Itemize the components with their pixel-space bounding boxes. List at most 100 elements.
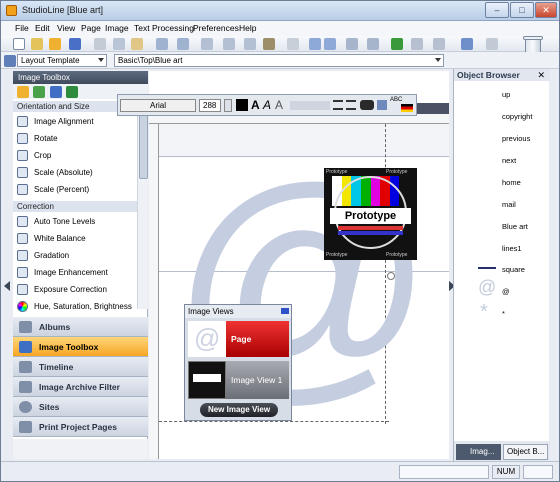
spacing-icons[interactable] — [290, 101, 330, 110]
paste-icon[interactable] — [131, 38, 143, 50]
menu-text-processing[interactable]: Text Processing — [134, 23, 194, 33]
close-icon[interactable]: ✕ — [537, 70, 545, 81]
italic-a-icon[interactable]: A — [263, 98, 271, 112]
nav-print-project-pages[interactable]: Print Project Pages — [13, 417, 148, 437]
object-blue-art[interactable]: Blue art — [502, 222, 528, 231]
tool-scale-absolute[interactable]: Scale (Absolute) — [13, 164, 137, 181]
new-image-view-button[interactable]: New Image View — [200, 403, 278, 417]
object-up[interactable]: up — [502, 90, 510, 99]
tool-hue-saturation[interactable]: Hue, Saturation, Brightness — [13, 298, 137, 315]
tool-scale-percent[interactable]: Scale (Percent) — [13, 181, 137, 198]
corner-label-bl: Prototype — [326, 252, 348, 258]
image-view-1-tile[interactable]: Image View 1 — [226, 361, 289, 399]
check-icon[interactable] — [367, 38, 379, 50]
menu-file[interactable]: File — [15, 23, 29, 33]
tool-rotate[interactable]: Rotate — [13, 130, 137, 147]
close-button[interactable]: ✕ — [535, 2, 557, 18]
distribute-icon[interactable] — [433, 38, 445, 50]
copy-icon[interactable] — [113, 38, 125, 50]
menu-preferences[interactable]: Preferences — [193, 23, 239, 33]
tool-exposure-correction[interactable]: Exposure Correction — [13, 281, 137, 298]
prototype-image[interactable]: Prototype Prototype Prototype Prototype … — [324, 168, 417, 260]
page-icon[interactable] — [156, 38, 168, 50]
menu-help[interactable]: Help — [239, 23, 256, 33]
zoom-icon[interactable] — [461, 38, 473, 50]
menu-view[interactable]: View — [57, 23, 75, 33]
object-at[interactable]: @ — [502, 287, 510, 296]
list-icon[interactable] — [346, 100, 356, 110]
tool-color-icon[interactable] — [50, 86, 62, 98]
menu-image[interactable]: Image — [105, 23, 129, 33]
image-view-thumbnail[interactable] — [188, 361, 226, 399]
preview-icon[interactable] — [346, 38, 358, 50]
tool-text-icon[interactable] — [17, 86, 29, 98]
rotate-handle-icon[interactable] — [387, 272, 395, 280]
tool-crop[interactable]: Crop — [13, 147, 137, 164]
minimize-button[interactable]: – — [485, 2, 509, 18]
save-icon[interactable] — [69, 38, 81, 50]
panel-scrollbar[interactable] — [137, 99, 148, 309]
font-size-input[interactable]: 288 — [199, 99, 221, 112]
outline-a-icon[interactable]: A — [275, 98, 283, 112]
font-combo[interactable]: Arial — [120, 99, 196, 112]
image-frame-icon[interactable] — [244, 38, 256, 50]
nav-albums[interactable]: Albums — [13, 317, 148, 337]
undo-icon[interactable] — [309, 38, 321, 50]
object-asterisk[interactable]: * — [502, 309, 505, 318]
text-frame-icon[interactable] — [377, 100, 387, 110]
tool-tree-icon[interactable] — [33, 86, 45, 98]
menu-edit[interactable]: Edit — [35, 23, 50, 33]
cut-icon[interactable] — [94, 38, 106, 50]
panel-title: Image Toolbox — [13, 71, 148, 84]
binoculars-icon[interactable] — [360, 100, 374, 110]
nav-more[interactable] — [13, 439, 148, 459]
align-icon[interactable] — [411, 38, 423, 50]
object-square[interactable]: square — [502, 265, 525, 274]
object-lines1[interactable]: lines1 — [502, 244, 522, 253]
tool-image-enhancement[interactable]: Image Enhancement — [13, 264, 137, 281]
german-flag-icon[interactable] — [401, 104, 413, 112]
folder-icon[interactable] — [49, 38, 61, 50]
tool-gradation[interactable]: Gradation — [13, 247, 137, 264]
new-icon[interactable] — [13, 38, 25, 50]
minimize-icon[interactable] — [281, 308, 289, 314]
tool-auto-tone-levels[interactable]: Auto Tone Levels — [13, 213, 137, 230]
maximize-button[interactable]: □ — [510, 2, 534, 18]
page-view-tile[interactable]: Page — [226, 321, 289, 357]
frame-icon[interactable] — [201, 38, 213, 50]
page-thumbnail[interactable]: @ — [188, 321, 226, 357]
nav-image-archive-filter[interactable]: Image Archive Filter — [13, 377, 148, 397]
pen-icon[interactable] — [263, 38, 275, 50]
menu-page[interactable]: Page — [81, 23, 101, 33]
nav-image-toolbox[interactable]: Image Toolbox — [13, 337, 148, 357]
checkmark-icon[interactable] — [391, 38, 403, 50]
path-combo[interactable]: Basic\Top\Blue art — [114, 54, 444, 67]
open-icon[interactable] — [31, 38, 43, 50]
size-spinner[interactable] — [224, 99, 232, 112]
layout-icon[interactable] — [177, 38, 189, 50]
text-frame-icon[interactable] — [223, 38, 235, 50]
object-mail[interactable]: mail — [502, 200, 516, 209]
align-left-icon[interactable] — [333, 100, 343, 110]
tab-image[interactable]: Imag... — [456, 444, 501, 460]
nav-label: Timeline — [39, 362, 74, 372]
move-icon[interactable] — [486, 38, 498, 50]
collapse-left-arrow-icon[interactable] — [4, 281, 10, 291]
object-home[interactable]: home — [502, 178, 521, 187]
redo-icon[interactable] — [324, 38, 336, 50]
object-copyright[interactable]: copyright — [502, 112, 532, 121]
tab-object-browser[interactable]: Object B... — [503, 444, 548, 460]
text-color-swatch[interactable] — [236, 99, 248, 111]
template-combo[interactable]: Layout Template — [17, 54, 107, 67]
grid-icon[interactable] — [287, 38, 299, 50]
tool-label: Image Alignment — [34, 117, 94, 126]
bold-a-icon[interactable]: A — [251, 98, 260, 112]
nav-timeline[interactable]: Timeline — [13, 357, 148, 377]
object-previous[interactable]: previous — [502, 134, 530, 143]
tool-white-balance[interactable]: White Balance — [13, 230, 137, 247]
scrollbar-thumb[interactable] — [139, 109, 148, 179]
nav-sites[interactable]: Sites — [13, 397, 148, 417]
tool-brush-icon[interactable] — [66, 86, 78, 98]
object-next[interactable]: next — [502, 156, 516, 165]
text-format-bar: Arial 288 A A A ABC — [117, 94, 417, 116]
